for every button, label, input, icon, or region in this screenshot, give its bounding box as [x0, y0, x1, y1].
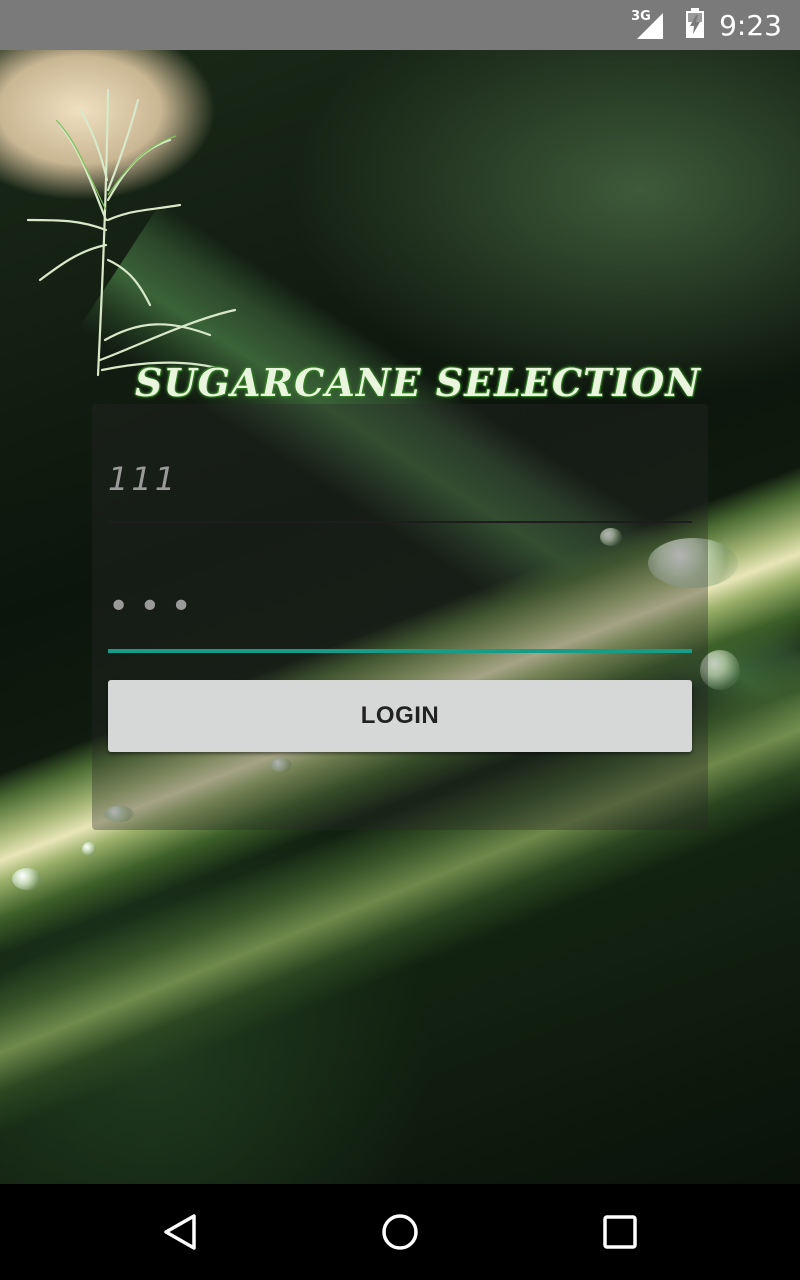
password-field[interactable]: ••• [108, 576, 692, 636]
sugarcane-plant-icon [26, 88, 237, 377]
username-underline [108, 521, 692, 523]
back-icon[interactable] [160, 1212, 200, 1252]
water-drop [12, 868, 42, 890]
clock: 9:23 [719, 8, 782, 42]
status-bar: 3G 9:23 [0, 0, 800, 50]
login-panel: 111 ••• LOGIN [92, 404, 708, 830]
navigation-bar [0, 1184, 800, 1280]
app-title: SUGARCANE SELECTION [135, 360, 701, 405]
home-icon[interactable] [380, 1212, 420, 1252]
app-logo: SUGARCANE SELECTION [20, 70, 760, 405]
signal-icon: 3G [631, 9, 671, 41]
recent-apps-icon[interactable] [600, 1212, 640, 1252]
username-field[interactable]: 111 [108, 449, 692, 509]
password-underline-focused [108, 649, 692, 653]
water-drop [82, 842, 96, 856]
battery-charging-icon [685, 7, 705, 43]
login-button[interactable]: LOGIN [108, 680, 692, 752]
